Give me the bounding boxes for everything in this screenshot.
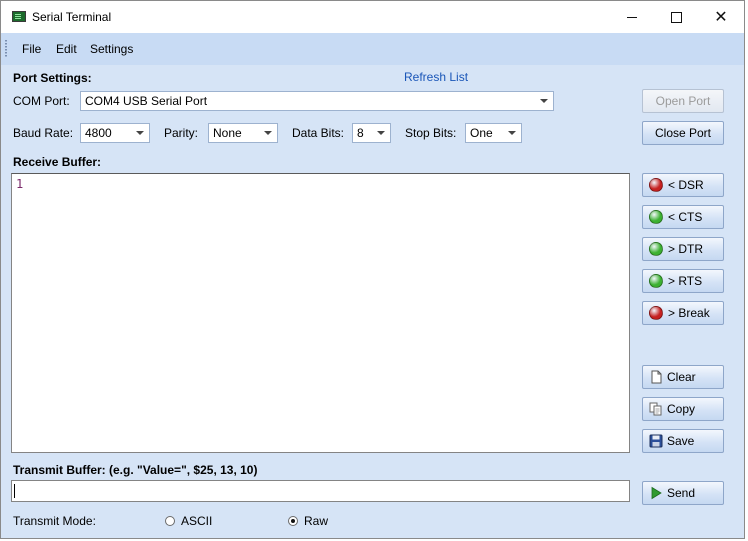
dtr-label: > DTR: [668, 242, 704, 256]
menu-grip-icon: [5, 40, 7, 58]
save-button[interactable]: Save: [642, 429, 724, 453]
text-caret: [14, 484, 15, 498]
close-port-button[interactable]: Close Port: [642, 121, 724, 145]
chevron-down-icon: [264, 131, 272, 135]
green-led-icon: [649, 210, 663, 224]
copy-button[interactable]: Copy: [642, 397, 724, 421]
receive-buffer-content: 1: [16, 177, 24, 191]
minimize-button[interactable]: [609, 1, 655, 33]
close-icon: ✕: [714, 9, 728, 26]
parity-label: Parity:: [164, 126, 199, 140]
title-bar: Serial Terminal ✕: [1, 1, 744, 33]
com-port-label: COM Port:: [13, 94, 70, 108]
refresh-list-link[interactable]: Refresh List: [404, 70, 468, 84]
open-port-label: Open Port: [655, 94, 711, 108]
send-button[interactable]: Send: [642, 481, 724, 505]
cts-button[interactable]: < CTS: [642, 205, 724, 229]
com-port-value: COM4 USB Serial Port: [85, 94, 208, 108]
dsr-button[interactable]: < DSR: [642, 173, 724, 197]
data-bits-value: 8: [357, 126, 364, 140]
terminal-app-icon: [12, 11, 26, 22]
parity-select[interactable]: None: [208, 123, 278, 143]
clear-label: Clear: [667, 370, 696, 384]
ascii-radio[interactable]: [165, 516, 175, 526]
menu-settings[interactable]: Settings: [90, 42, 133, 56]
chevron-down-icon: [540, 99, 548, 103]
receive-buffer-heading: Receive Buffer:: [13, 155, 102, 169]
port-settings-heading: Port Settings:: [13, 71, 92, 85]
floppy-disk-icon: [649, 434, 663, 448]
red-led-icon: [649, 178, 663, 192]
maximize-icon: [670, 11, 682, 23]
rts-button[interactable]: > RTS: [642, 269, 724, 293]
close-port-label: Close Port: [654, 126, 712, 140]
baud-rate-select[interactable]: 4800: [80, 123, 150, 143]
dtr-button[interactable]: > DTR: [642, 237, 724, 261]
menu-bar: File Edit Settings: [1, 33, 744, 65]
data-bits-label: Data Bits:: [292, 126, 345, 140]
red-led-icon: [649, 306, 663, 320]
com-port-select[interactable]: COM4 USB Serial Port: [80, 91, 554, 111]
rts-label: > RTS: [668, 274, 703, 288]
break-label: > Break: [668, 306, 710, 320]
baud-rate-label: Baud Rate:: [13, 126, 74, 140]
stop-bits-select[interactable]: One: [465, 123, 522, 143]
dsr-label: < DSR: [668, 178, 704, 192]
receive-buffer-textarea[interactable]: 1: [11, 173, 630, 453]
green-led-icon: [649, 242, 663, 256]
close-window-button[interactable]: ✕: [698, 1, 744, 33]
green-led-icon: [649, 274, 663, 288]
transmit-mode-label: Transmit Mode:: [13, 514, 96, 528]
chevron-down-icon: [377, 131, 385, 135]
menu-edit[interactable]: Edit: [56, 42, 77, 56]
stop-bits-label: Stop Bits:: [405, 126, 457, 140]
save-label: Save: [667, 434, 695, 448]
cts-label: < CTS: [668, 210, 703, 224]
new-page-icon: [651, 370, 662, 384]
window-title: Serial Terminal: [32, 10, 112, 24]
break-button[interactable]: > Break: [642, 301, 724, 325]
maximize-button[interactable]: [653, 1, 699, 33]
copy-label: Copy: [667, 402, 696, 416]
raw-radio-label[interactable]: Raw: [304, 514, 328, 528]
play-arrow-icon: [651, 486, 662, 500]
parity-value: None: [213, 126, 242, 140]
menu-file[interactable]: File: [22, 42, 41, 56]
stop-bits-value: One: [470, 126, 493, 140]
send-label: Send: [667, 486, 696, 500]
ascii-radio-label[interactable]: ASCII: [181, 514, 212, 528]
transmit-buffer-heading: Transmit Buffer: (e.g. "Value=", $25, 13…: [13, 463, 258, 477]
copy-icon: [649, 402, 662, 416]
serial-terminal-window: Serial Terminal ✕ File Edit Settings Por…: [0, 0, 745, 539]
raw-radio[interactable]: [288, 516, 298, 526]
chevron-down-icon: [508, 131, 516, 135]
transmit-buffer-input[interactable]: [11, 480, 630, 502]
data-bits-select[interactable]: 8: [352, 123, 391, 143]
open-port-button[interactable]: Open Port: [642, 89, 724, 113]
baud-rate-value: 4800: [85, 126, 112, 140]
clear-button[interactable]: Clear: [642, 365, 724, 389]
minimize-icon: [627, 16, 637, 18]
chevron-down-icon: [136, 131, 144, 135]
